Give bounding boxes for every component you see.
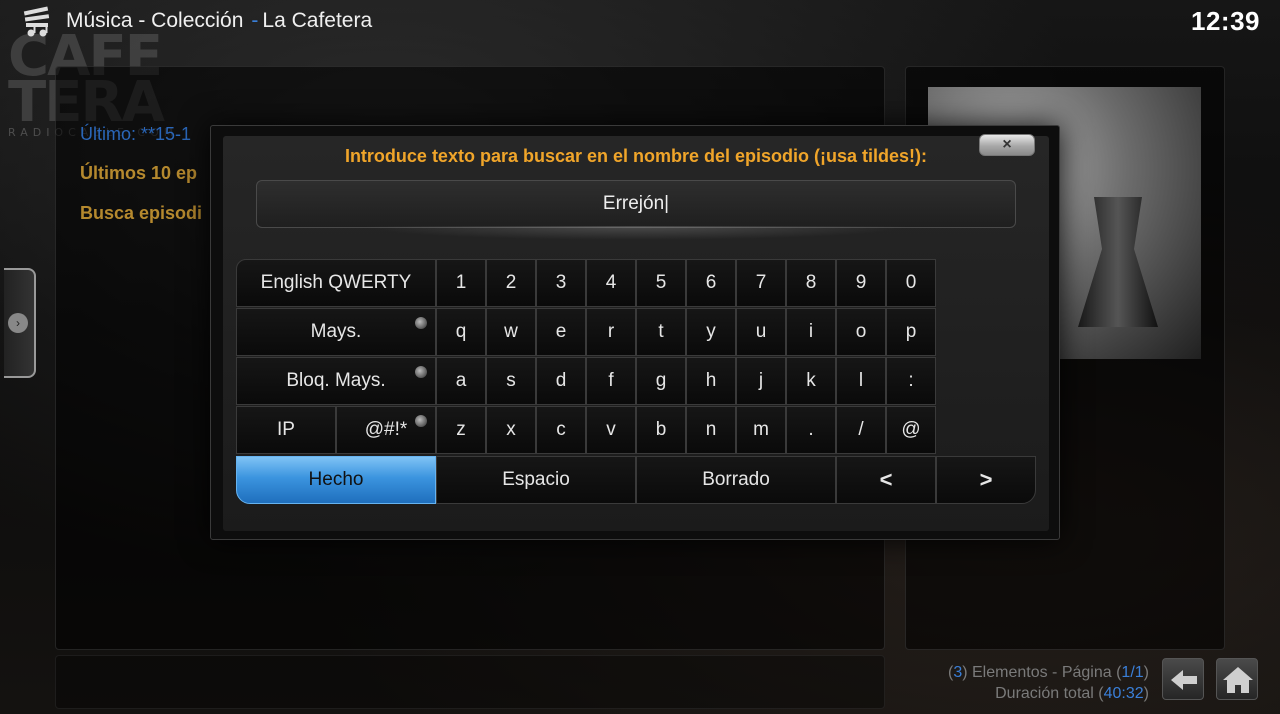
title-addon: La Cafetera — [262, 9, 373, 32]
page-suffix: ) — [1143, 664, 1149, 681]
item-count-line: (3) Elementos - Página (1/1) — [948, 662, 1149, 683]
arrow-left-icon — [1171, 670, 1197, 690]
cursor-left-key[interactable]: < — [836, 456, 936, 504]
list-item[interactable]: Último: **15-1 — [80, 124, 191, 145]
char-key[interactable]: a — [436, 357, 486, 405]
shift-key[interactable]: Mays. — [236, 308, 436, 356]
header: Música - Colección - La Cafetera 12:39 — [0, 0, 1280, 44]
bottom-panel — [55, 655, 885, 709]
char-key[interactable]: t — [636, 308, 686, 356]
char-key[interactable]: r — [586, 308, 636, 356]
count-suffix: ) Elementos - Página ( — [962, 664, 1122, 681]
title-section: Música - Colección — [66, 9, 244, 32]
char-key[interactable]: 4 — [586, 259, 636, 307]
close-button[interactable]: × — [979, 134, 1035, 156]
back-button[interactable] — [1162, 658, 1204, 700]
char-key[interactable]: g — [636, 357, 686, 405]
char-key[interactable]: 8 — [786, 259, 836, 307]
caps-lock-key[interactable]: Bloq. Mays. — [236, 357, 436, 405]
coffee-pot-image — [1078, 197, 1158, 327]
char-key[interactable]: y — [686, 308, 736, 356]
done-button[interactable]: Hecho — [236, 456, 436, 504]
space-key[interactable]: Espacio — [436, 456, 636, 504]
char-key[interactable]: 9 — [836, 259, 886, 307]
ip-key[interactable]: IP — [236, 406, 336, 454]
symbols-indicator-icon — [415, 415, 427, 427]
close-icon: × — [1002, 136, 1012, 153]
page-number: 1/1 — [1121, 664, 1144, 681]
char-key[interactable]: i — [786, 308, 836, 356]
footer-info: (3) Elementos - Página (1/1) Duración to… — [948, 662, 1149, 704]
caps-lock-indicator-icon — [415, 366, 427, 378]
char-key[interactable]: k — [786, 357, 836, 405]
char-key[interactable]: b — [636, 406, 686, 454]
char-key[interactable]: 2 — [486, 259, 536, 307]
item-count: 3 — [953, 664, 963, 681]
symbols-key[interactable]: @#!* — [336, 406, 436, 454]
title-separator: - — [251, 9, 259, 32]
list-item[interactable]: Últimos 10 ep — [80, 163, 197, 184]
char-key[interactable]: 3 — [536, 259, 586, 307]
char-key[interactable]: : — [886, 357, 936, 405]
symbols-key-label: @#!* — [364, 419, 408, 440]
dialog-prompt: Introduce texto para buscar en el nombre… — [344, 146, 928, 166]
keyboard-dialog: Introduce texto para buscar en el nombre… — [210, 125, 1060, 540]
char-key[interactable]: s — [486, 357, 536, 405]
shift-key-label: Mays. — [310, 321, 362, 342]
char-key[interactable]: @ — [886, 406, 936, 454]
list-item[interactable]: Busca episodi — [80, 203, 202, 224]
caps-lock-key-label: Bloq. Mays. — [286, 370, 386, 391]
char-key[interactable]: d — [536, 357, 586, 405]
music-library-icon — [23, 6, 50, 37]
char-key[interactable]: j — [736, 357, 786, 405]
char-key[interactable]: 7 — [736, 259, 786, 307]
field-glow — [361, 226, 911, 240]
duration-prefix: Duración total ( — [995, 685, 1104, 702]
char-key[interactable]: n — [686, 406, 736, 454]
home-icon — [1223, 667, 1253, 693]
char-key[interactable]: p — [886, 308, 936, 356]
char-key[interactable]: 1 — [436, 259, 486, 307]
char-key[interactable]: c — [536, 406, 586, 454]
char-key[interactable]: 0 — [886, 259, 936, 307]
char-key[interactable]: q — [436, 308, 486, 356]
home-button[interactable] — [1216, 658, 1258, 700]
chevron-right-icon: › — [8, 313, 28, 333]
cursor-right-key[interactable]: > — [936, 456, 1036, 504]
char-key[interactable]: m — [736, 406, 786, 454]
side-menu-tab[interactable]: › — [4, 268, 36, 378]
clock: 12:39 — [1191, 6, 1260, 36]
char-key[interactable]: z — [436, 406, 486, 454]
char-key[interactable]: x — [486, 406, 536, 454]
backspace-key[interactable]: Borrado — [636, 456, 836, 504]
char-key[interactable]: l — [836, 357, 886, 405]
search-input[interactable]: Errejón| — [256, 180, 1016, 228]
window-title: Música - Colección - La Cafetera — [66, 9, 372, 33]
char-key[interactable]: / — [836, 406, 886, 454]
char-key[interactable]: . — [786, 406, 836, 454]
char-key[interactable]: w — [486, 308, 536, 356]
char-key[interactable]: e — [536, 308, 586, 356]
char-key[interactable]: h — [686, 357, 736, 405]
char-key[interactable]: 6 — [686, 259, 736, 307]
char-key[interactable]: v — [586, 406, 636, 454]
char-key[interactable]: f — [586, 357, 636, 405]
duration-suffix: ) — [1143, 685, 1149, 702]
duration-line: Duración total (40:32) — [948, 683, 1149, 704]
total-duration: 40:32 — [1103, 685, 1144, 702]
layout-key[interactable]: English QWERTY — [236, 259, 436, 307]
char-key[interactable]: u — [736, 308, 786, 356]
shift-indicator-icon — [415, 317, 427, 329]
char-key[interactable]: 5 — [636, 259, 686, 307]
char-key[interactable]: o — [836, 308, 886, 356]
